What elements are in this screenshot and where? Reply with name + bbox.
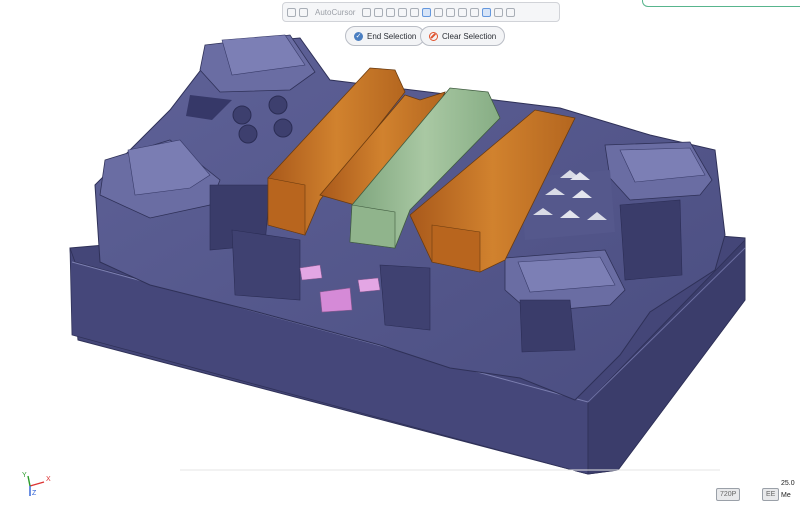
- clear-selection-button[interactable]: Clear Selection: [420, 26, 506, 46]
- rotate-icon[interactable]: [506, 7, 516, 17]
- check-icon: ✓: [354, 31, 363, 41]
- autocursor-label[interactable]: AutoCursor: [315, 8, 355, 17]
- view-icon[interactable]: [470, 7, 480, 17]
- select-icon[interactable]: [287, 7, 296, 17]
- grid-icon[interactable]: [458, 7, 468, 17]
- cursor-icon[interactable]: [299, 7, 308, 17]
- edge-icon[interactable]: [386, 7, 396, 17]
- panel-edge: [642, 0, 800, 7]
- box-select-icon[interactable]: [422, 7, 432, 17]
- axis-x-label: X: [46, 476, 51, 483]
- paint-icon[interactable]: [446, 7, 456, 17]
- filter-icon[interactable]: [362, 7, 372, 17]
- face-icon[interactable]: [374, 7, 384, 17]
- aux-badge[interactable]: EE: [762, 488, 780, 501]
- view-toolbar: AutoCursor: [282, 2, 560, 22]
- refresh-icon[interactable]: [494, 7, 504, 17]
- axis-y-label: Y: [22, 472, 27, 479]
- status-unit: Me: [781, 492, 791, 499]
- clear-selection-label: Clear Selection: [442, 31, 497, 41]
- lasso-icon[interactable]: [434, 7, 444, 17]
- no-entry-icon: [429, 31, 438, 41]
- body-icon[interactable]: [410, 7, 420, 17]
- end-selection-label: End Selection: [367, 31, 417, 41]
- status-value: 25.0: [781, 480, 795, 487]
- cad-viewport[interactable]: [0, 0, 800, 507]
- display-icon[interactable]: [482, 7, 492, 17]
- axis-z-label: Z: [32, 490, 37, 497]
- end-selection-button[interactable]: ✓ End Selection: [345, 26, 426, 46]
- vertex-icon[interactable]: [398, 7, 408, 17]
- quality-badge[interactable]: 720P: [716, 488, 741, 501]
- axis-triad: X Y Z: [20, 472, 60, 500]
